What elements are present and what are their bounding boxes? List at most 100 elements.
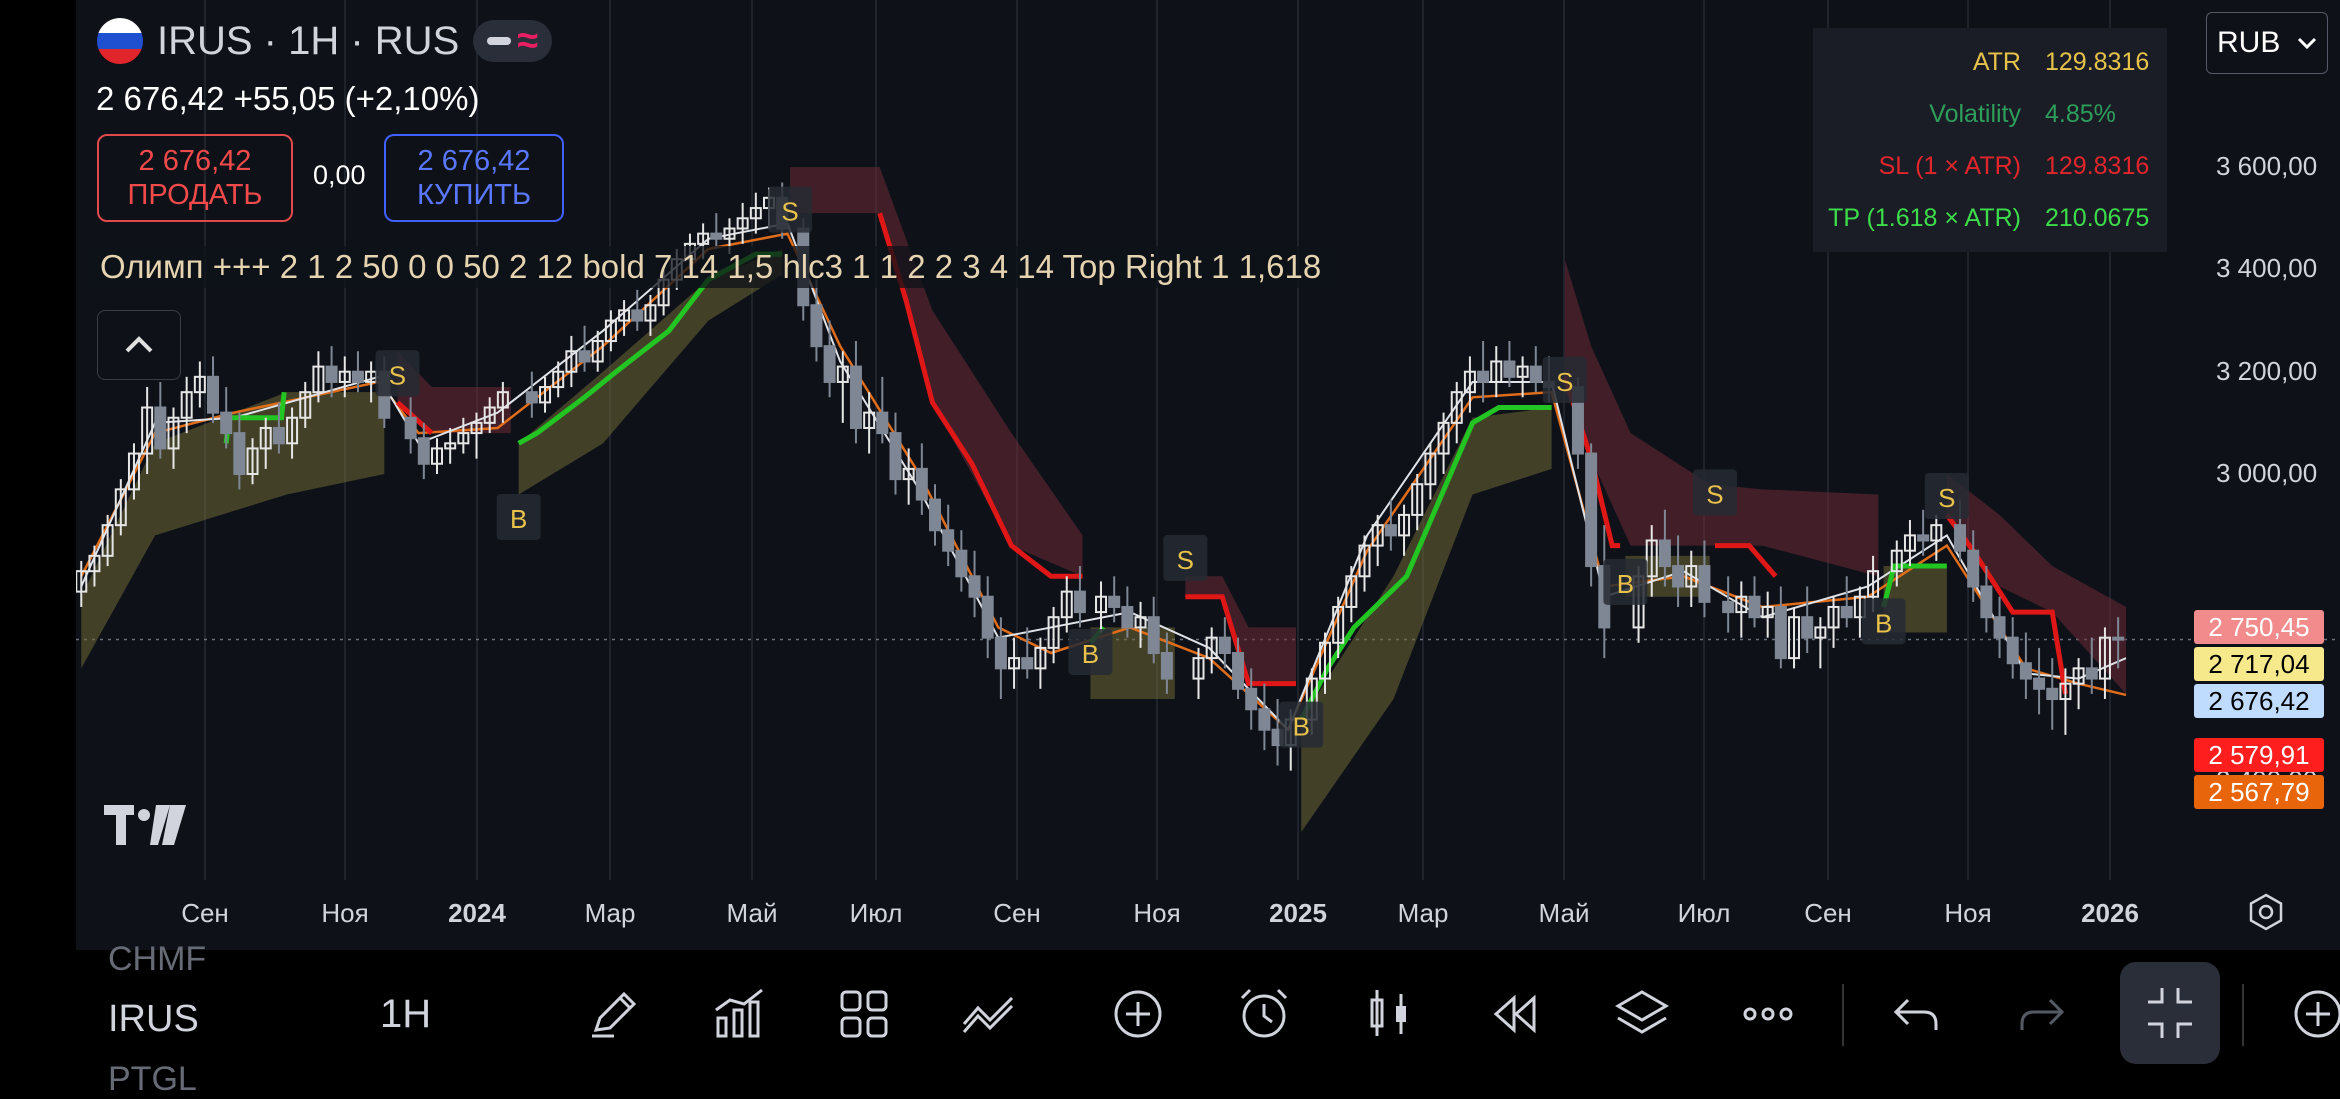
resistance-band: [1564, 259, 1879, 577]
stats-label: Volatility: [1929, 99, 2021, 128]
stats-label: ATR: [1972, 47, 2021, 76]
candle-body: [1917, 534, 1930, 542]
candle-body: [942, 529, 955, 552]
candle-body: [1954, 524, 1967, 552]
replay-icon[interactable]: [1486, 984, 1546, 1044]
candle-body: [1477, 370, 1490, 383]
trailing-stop-red: [1714, 543, 1778, 578]
wave-icon: ≈: [517, 20, 539, 62]
stats-value: 210.0675: [2045, 203, 2150, 232]
candle-body: [2019, 662, 2032, 680]
price-tick-label: 3 200,00: [2216, 355, 2318, 386]
timeframe-button[interactable]: 1H: [380, 992, 431, 1037]
stats-row: Volatility 4.85%: [1813, 88, 2167, 140]
stats-value: 129.8316: [2045, 47, 2150, 76]
candle-body: [876, 411, 889, 435]
collapse-legend-button[interactable]: [97, 310, 181, 380]
add-chart-icon[interactable]: [2288, 984, 2340, 1044]
exit-fullscreen-button[interactable]: [2120, 962, 2220, 1064]
symbol-list-prev[interactable]: CHMF: [108, 940, 206, 979]
time-tick-label: Май: [1538, 898, 1590, 928]
time-tick-label: Мар: [584, 898, 636, 928]
candle-body: [1503, 360, 1516, 378]
russia-flag-icon: [97, 18, 143, 64]
sell-signal: S: [1706, 479, 1723, 509]
time-tick-label: 2026: [2081, 898, 2139, 928]
redo-icon[interactable]: [2012, 984, 2072, 1044]
sell-label: ПРОДАТЬ: [127, 179, 263, 211]
candle-body: [1840, 605, 1853, 619]
time-tick-label: Июл: [1677, 898, 1731, 928]
candle-body: [1384, 524, 1397, 537]
currency-selector[interactable]: RUB: [2206, 12, 2328, 74]
time-tick-label: 2024: [448, 898, 506, 928]
chevron-down-icon: [2297, 37, 2317, 50]
indicator-legend[interactable]: Олимп +++ 2 1 2 50 0 0 50 2 12 bold 7 14…: [86, 246, 1336, 288]
price-tag: 2 717,04: [2194, 647, 2324, 681]
symbol-header[interactable]: IRUS · 1H · RUS ≈: [97, 18, 553, 64]
candle-body: [823, 345, 836, 383]
candle-body: [1073, 590, 1086, 614]
bottom-toolbar: [0, 950, 2340, 1080]
time-tick-label: Мар: [1397, 898, 1449, 928]
indicators-icon[interactable]: [710, 984, 770, 1044]
candle-body: [929, 498, 942, 532]
candle-body: [994, 636, 1007, 670]
candle-body: [2085, 667, 2098, 680]
atr-stats-table: ATR 129.8316 Volatility 4.85% SL (1 × ATR) 12…: [1813, 28, 2167, 252]
candle-body: [849, 365, 862, 429]
candle-body: [1748, 595, 1761, 619]
time-tick-label: Июл: [849, 898, 903, 928]
time-tick-label: Сен: [1804, 898, 1852, 928]
candle-body: [631, 309, 644, 322]
price-tick-label: 3 400,00: [2216, 253, 2318, 284]
stats-value: 4.85%: [2045, 99, 2116, 128]
stats-row: SL (1 × ATR) 129.8316: [1813, 140, 2167, 192]
alarm-clock-icon[interactable]: [1234, 984, 1294, 1044]
price-tag: 2 567,79: [2194, 775, 2324, 809]
layouts-icon[interactable]: [834, 984, 894, 1044]
stats-row: ATR 129.8316: [1813, 36, 2167, 88]
candle-body: [1774, 605, 1787, 660]
candle-body: [1529, 365, 1542, 383]
candle-body: [981, 595, 994, 639]
candle-body: [1658, 539, 1671, 568]
time-tick-label: Сен: [993, 898, 1041, 928]
candle-body: [207, 375, 220, 414]
sell-signal: S: [1177, 545, 1194, 575]
price-change: 2 676,42 +55,05 (+2,10%): [96, 80, 480, 117]
toolbar-divider: [2242, 984, 2244, 1046]
settings-icon[interactable]: [2246, 892, 2286, 932]
candle-body: [1121, 605, 1134, 629]
buy-signal: B: [1875, 608, 1892, 638]
price-tick-label: 3 000,00: [2216, 458, 2318, 488]
candle-body: [2112, 636, 2125, 641]
candle-body: [351, 370, 364, 383]
time-tick-label: Сен: [181, 898, 229, 928]
layers-icon[interactable]: [1612, 984, 1672, 1044]
buy-label: КУПИТЬ: [416, 179, 532, 211]
candle-type-icon[interactable]: [1360, 984, 1420, 1044]
currency-label: RUB: [2217, 26, 2281, 59]
compare-icon[interactable]: [960, 984, 1020, 1044]
candle-body: [1967, 549, 1980, 588]
candle-body: [417, 437, 430, 465]
price-tick-label: 3 600,00: [2216, 151, 2318, 182]
buy-button[interactable]: 2 676,42 КУПИТЬ: [384, 134, 564, 222]
pencil-icon[interactable]: [584, 984, 644, 1044]
indicator-toggle[interactable]: ≈: [473, 20, 553, 62]
candle-body: [1218, 636, 1231, 655]
sell-button[interactable]: 2 676,42 ПРОДАТЬ: [97, 134, 293, 222]
symbol-list-current[interactable]: IRUS: [108, 998, 199, 1041]
candle-body: [154, 406, 167, 450]
candle-body: [404, 416, 417, 440]
more-icon[interactable]: [1738, 984, 1798, 1044]
candle-body: [2033, 677, 2046, 690]
candle-body: [1108, 595, 1121, 608]
collapse-icon: [2148, 988, 2192, 1038]
sell-signal: S: [1556, 367, 1573, 397]
undo-icon[interactable]: [1886, 984, 1946, 1044]
add-icon[interactable]: [1108, 984, 1168, 1044]
candle-body: [1980, 585, 1993, 619]
candle-body: [578, 350, 591, 363]
